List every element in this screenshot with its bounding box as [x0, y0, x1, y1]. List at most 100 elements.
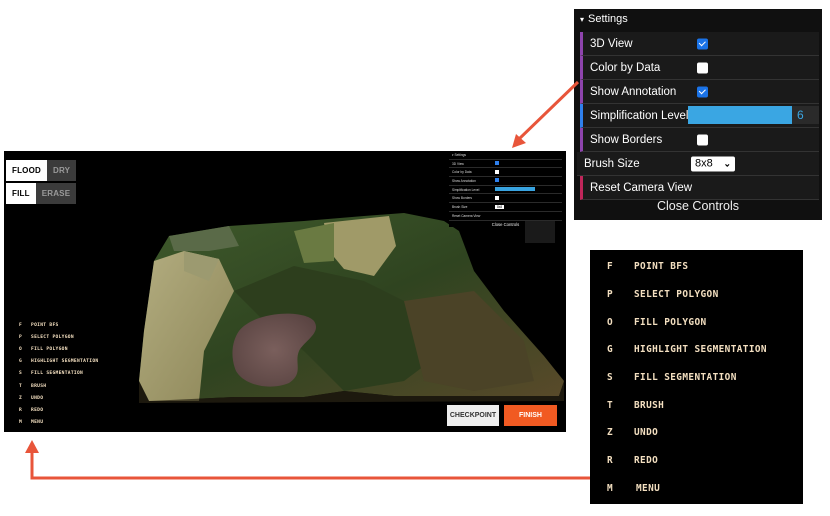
hotkey-key: P — [607, 288, 614, 300]
hotkey-row: F POINT BFS — [19, 319, 98, 331]
hotkey-key: R — [607, 454, 614, 466]
checkbox-3d-view[interactable] — [697, 38, 708, 49]
hotkey-action: FILL POLYGON — [31, 346, 68, 352]
hotkey-row: M MENU — [19, 417, 98, 429]
hotkey-key: S — [19, 371, 23, 377]
minimap-thumbnail — [525, 221, 555, 243]
mini-show-annotation-checkbox[interactable] — [495, 178, 499, 183]
hotkey-key: O — [607, 316, 614, 328]
checkbox-color-by-data[interactable] — [697, 62, 708, 73]
finish-button[interactable]: FINISH — [504, 405, 557, 426]
hotkey-legend: F POINT BFS P SELECT POLYGON O FILL POLYGON… — [19, 319, 98, 429]
mini-row-show-annotation[interactable]: Show Annotation — [449, 177, 562, 186]
row-show-borders[interactable]: Show Borders — [580, 128, 819, 152]
settings-header[interactable]: ▾ Settings — [574, 9, 822, 29]
hotkey-action: REDO — [31, 407, 44, 413]
label-show-annotation: Show Annotation — [590, 85, 677, 98]
brush-size-value: 8x8 — [695, 157, 713, 170]
row-show-annotation[interactable]: Show Annotation — [580, 80, 819, 104]
hotkey-action: FILL SEGMENTATION — [31, 371, 84, 377]
hotkey-key: P — [19, 334, 23, 340]
hotkey-action: HIGHLIGHT SEGMENTATION — [31, 359, 99, 365]
hotkey-row: T BRUSH — [19, 380, 98, 392]
hotkey-action: POINT BFS — [31, 322, 59, 328]
mini-row-simplification[interactable]: Simplification Level — [449, 186, 562, 195]
hotkey-key: M — [607, 482, 614, 494]
row-simplification-level[interactable]: Simplification Level 6 — [580, 104, 819, 128]
hotkey-action: POINT BFS — [634, 260, 689, 272]
mini-brush-size-select[interactable]: 8x8 — [495, 204, 505, 209]
simplification-slider[interactable] — [688, 106, 792, 124]
erase-button[interactable]: ERASE — [35, 183, 77, 204]
hotkey-action: UNDO — [31, 395, 44, 401]
hotkey-action: FILL POLYGON — [634, 316, 707, 328]
mini-3d-view-checkbox[interactable] — [495, 161, 499, 166]
hotkey-key: T — [19, 383, 23, 389]
checkpoint-button[interactable]: CHECKPOINT — [447, 405, 499, 426]
mini-row-brush-size[interactable]: Brush Size 8x8 — [449, 203, 562, 212]
hotkey-key: G — [607, 343, 614, 355]
hotkey-action: MENU — [31, 420, 44, 426]
hotkey-key: Z — [19, 395, 23, 401]
checkbox-show-borders[interactable] — [697, 134, 708, 145]
arrow-to-settings — [512, 80, 580, 148]
mini-row-color-by-data[interactable]: Color by Data — [449, 168, 562, 178]
hotkey-key: Z — [607, 426, 614, 438]
mini-simplification-slider[interactable] — [495, 187, 535, 192]
hotkey-action: SELECT POLYGON — [31, 334, 74, 340]
brush-size-select[interactable]: 8x8 ⌄ — [691, 156, 735, 171]
hotkey-row: P SELECT POLYGON — [19, 331, 98, 343]
mini-row-3d-view[interactable]: 3D View — [449, 160, 562, 169]
label-show-borders: Show Borders — [590, 133, 663, 146]
hotkey-action: BRUSH — [31, 383, 47, 389]
row-brush-size[interactable]: Brush Size 8x8 ⌄ — [577, 152, 819, 176]
hotkey-row: S FILL SEGMENTATION — [19, 368, 98, 380]
caret-down-icon: ▾ — [580, 14, 585, 24]
hotkey-row: R REDO — [19, 404, 98, 416]
hotkey-action: REDO — [634, 454, 659, 466]
flood-button[interactable]: FLOOD — [6, 160, 47, 181]
hotkey-key: F — [607, 260, 614, 272]
hotkey-key: S — [607, 371, 614, 383]
label-reset-camera-view: Reset Camera View — [590, 181, 693, 194]
hotkey-action: SELECT POLYGON — [634, 288, 719, 300]
hotkey-action: UNDO — [634, 426, 659, 438]
close-controls-button[interactable]: Close Controls — [574, 199, 822, 213]
label-color-by-data: Color by Data — [590, 61, 661, 74]
hotkey-row: Z UNDO — [19, 392, 98, 404]
hotkey-action: HIGHLIGHT SEGMENTATION — [634, 343, 767, 355]
hotkey-key: G — [19, 359, 23, 365]
hotkey-action: MENU — [636, 482, 661, 494]
mini-settings-panel: ▾ Settings 3D View Color by Data Show An… — [449, 151, 562, 227]
hotkey-key: T — [607, 399, 614, 411]
hotkey-action: FILL SEGMENTATION — [634, 371, 737, 383]
hotkey-row: O FILL POLYGON — [19, 343, 98, 355]
fill-erase-toggle[interactable]: FILL ERASE — [6, 183, 77, 204]
reset-camera-view-button[interactable]: Reset Camera View — [580, 176, 819, 200]
label-3d-view: 3D View — [590, 37, 633, 50]
dry-button[interactable]: DRY — [47, 160, 77, 181]
mini-row-reset-camera[interactable]: Reset Camera View — [449, 212, 562, 221]
simplification-value[interactable]: 6 — [792, 106, 819, 124]
app-viewport[interactable]: FLOOD DRY FILL ERASE F POINT BFS P SELECT … — [4, 151, 566, 432]
hotkey-panel-zoom: F POINT BFS P SELECT POLYGON O FILL POLYGON… — [590, 250, 803, 504]
hotkey-row: G HIGHLIGHT SEGMENTATION — [19, 356, 98, 368]
mini-row-show-borders[interactable]: Show Borders — [449, 194, 562, 204]
mini-settings-header[interactable]: ▾ Settings — [449, 151, 562, 160]
hotkey-key: F — [19, 322, 23, 328]
settings-title: Settings — [588, 13, 628, 25]
checkbox-show-annotation[interactable] — [697, 86, 708, 97]
hotkey-key: O — [19, 346, 23, 352]
row-color-by-data[interactable]: Color by Data — [580, 56, 819, 80]
flood-dry-toggle[interactable]: FLOOD DRY — [6, 160, 77, 181]
hotkey-key: R — [19, 407, 23, 413]
arrow-to-hotkeys — [25, 440, 590, 480]
fill-button[interactable]: FILL — [6, 183, 36, 204]
mini-color-by-data-checkbox[interactable] — [495, 169, 499, 174]
label-brush-size: Brush Size — [584, 157, 640, 170]
chevron-down-icon: ⌄ — [723, 158, 731, 168]
label-simplification-level: Simplification Level — [590, 109, 689, 122]
mini-show-borders-checkbox[interactable] — [495, 195, 499, 200]
hotkey-action: BRUSH — [634, 399, 665, 411]
row-3d-view[interactable]: 3D View — [580, 32, 819, 56]
